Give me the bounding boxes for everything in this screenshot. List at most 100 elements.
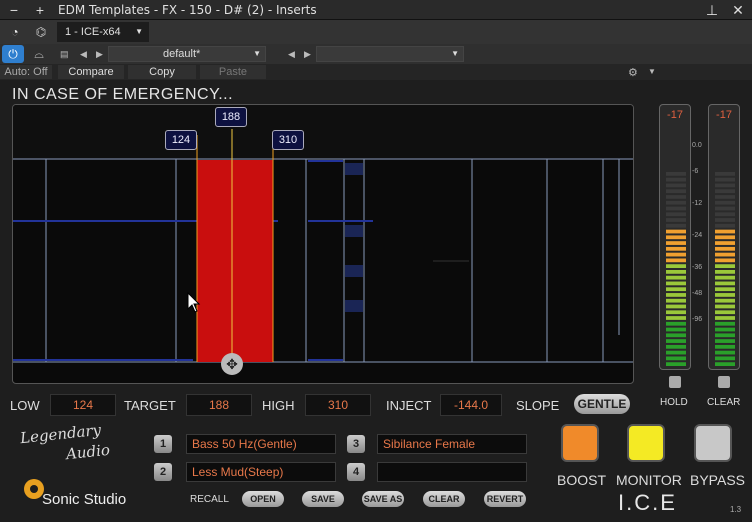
high-marker[interactable]: 310 xyxy=(272,130,304,150)
preset-slot-3-button[interactable]: 3 xyxy=(347,435,365,453)
preset-slot-2-name[interactable]: Less Mud(Steep) xyxy=(186,462,336,482)
meter-segment xyxy=(715,258,735,263)
meter-segment xyxy=(666,229,686,234)
sonic-studio-logo: Sonic Studio xyxy=(42,491,127,508)
scale-label: -24 xyxy=(692,232,703,239)
next-icon[interactable]: ▶ xyxy=(304,49,311,60)
slope-button[interactable]: GENTLE xyxy=(574,394,630,414)
pin-icon[interactable]: ⊥ xyxy=(704,2,720,18)
bypass-button[interactable] xyxy=(694,424,732,462)
low-marker[interactable]: 124 xyxy=(165,130,197,150)
meter-segment xyxy=(666,339,686,343)
meter-segment xyxy=(666,200,686,205)
spectrum-display[interactable]: ✥ xyxy=(12,104,634,384)
meter-segment xyxy=(715,189,735,194)
secondary-select[interactable]: ▼ xyxy=(316,46,464,62)
target-marker[interactable]: 188 xyxy=(215,107,247,127)
meter-segment xyxy=(715,212,735,217)
meter-segment xyxy=(666,177,686,182)
paste-button[interactable]: Paste xyxy=(200,65,266,79)
chevron-down-icon: ▼ xyxy=(253,49,261,58)
meter-segment xyxy=(715,229,735,234)
meter-segment xyxy=(666,246,686,251)
meter-segment xyxy=(715,310,735,315)
settings-icon[interactable]: ◔ xyxy=(4,23,26,41)
hold-label: HOLD xyxy=(660,397,688,408)
version-label: 1.3 xyxy=(730,505,742,514)
routing-icon[interactable]: ⌬ xyxy=(30,23,52,41)
minus-icon[interactable]: − xyxy=(6,2,22,18)
chevron-down-icon[interactable]: ▼ xyxy=(648,67,656,76)
clear-meter-button[interactable] xyxy=(718,376,730,388)
recall-label: RECALL xyxy=(190,494,229,505)
preset-slot-1-button[interactable]: 1 xyxy=(154,435,172,453)
save-button[interactable]: SAVE xyxy=(302,491,344,507)
meter-segment xyxy=(715,362,735,366)
move-handle-icon[interactable]: ✥ xyxy=(221,353,243,375)
meter-segment xyxy=(666,287,686,292)
clear-preset-button[interactable]: CLEAR xyxy=(423,491,465,507)
boost-button[interactable] xyxy=(561,424,599,462)
meter-segment xyxy=(715,270,735,274)
meter-segment xyxy=(666,275,686,280)
auto-mode-icon[interactable]: ⌓ xyxy=(28,45,50,63)
compare-button[interactable]: Compare xyxy=(58,65,124,79)
low-input[interactable]: 124 xyxy=(50,394,116,416)
preset-select[interactable]: default* ▼ xyxy=(108,46,266,62)
monitor-button[interactable] xyxy=(627,424,665,462)
meter-segment xyxy=(715,321,735,326)
inject-input[interactable]: -144.0 xyxy=(440,394,502,416)
gear-icon[interactable]: ⚙ xyxy=(628,66,638,79)
hold-button[interactable] xyxy=(669,376,681,388)
meter-segment xyxy=(715,235,735,240)
meter-left-bars xyxy=(666,172,686,366)
preset-slot-2-button[interactable]: 2 xyxy=(154,463,172,481)
plugin-title: IN CASE OF EMERGENCY... xyxy=(12,86,234,103)
preset-slot-4-button[interactable]: 4 xyxy=(347,463,365,481)
slope-label: SLOPE xyxy=(516,398,560,413)
target-input[interactable]: 188 xyxy=(186,394,252,416)
preset-slot-3-name[interactable]: Sibilance Female xyxy=(377,434,527,454)
plugin-tab[interactable]: 1 - ICE-x64 ▼ xyxy=(57,22,149,42)
preset-menu-icon[interactable]: ▤ xyxy=(60,49,69,60)
product-name: I.C.E xyxy=(618,490,677,515)
meter-segment xyxy=(715,200,735,205)
plus-icon[interactable]: + xyxy=(32,2,48,18)
meter-segment xyxy=(666,212,686,217)
meter-segment xyxy=(715,264,735,268)
meter-segment xyxy=(715,275,735,280)
next-preset-icon[interactable]: ▶ xyxy=(96,49,103,60)
meter-segment xyxy=(666,362,686,366)
close-icon[interactable]: ✕ xyxy=(730,2,746,18)
meter-left: -17 xyxy=(659,104,691,370)
preset-slot-4-name[interactable] xyxy=(377,462,527,482)
meter-segment xyxy=(666,293,686,297)
boost-label: BOOST xyxy=(557,472,607,488)
scale-label: -12 xyxy=(692,200,703,207)
revert-button[interactable]: REVERT xyxy=(484,491,526,507)
copy-button[interactable]: Copy xyxy=(128,65,196,79)
scale-label: -96 xyxy=(692,316,703,323)
high-input[interactable]: 310 xyxy=(305,394,371,416)
spectrum-svg xyxy=(13,105,633,363)
meter-segment xyxy=(666,241,686,245)
meter-segment xyxy=(666,333,686,338)
inject-label: INJECT xyxy=(386,398,432,413)
meter-segment xyxy=(666,281,686,286)
meter-segment xyxy=(715,327,735,332)
meter-segment xyxy=(715,177,735,182)
meter-segment xyxy=(666,298,686,303)
auto-off-button[interactable]: Auto: Off xyxy=(0,65,52,79)
meter-segment xyxy=(715,246,735,251)
meter-segment xyxy=(666,235,686,240)
save-as-button[interactable]: SAVE AS xyxy=(362,491,404,507)
prev-preset-icon[interactable]: ◀ xyxy=(80,49,87,60)
preset-slot-1-name[interactable]: Bass 50 Hz(Gentle) xyxy=(186,434,336,454)
prev-icon[interactable]: ◀ xyxy=(288,49,295,60)
meter-segment xyxy=(715,218,735,222)
meter-segment xyxy=(715,287,735,292)
open-button[interactable]: OPEN xyxy=(242,491,284,507)
power-icon[interactable]: ⏻ xyxy=(2,45,24,63)
meter-segment xyxy=(715,183,735,188)
meter-segment xyxy=(666,172,686,176)
